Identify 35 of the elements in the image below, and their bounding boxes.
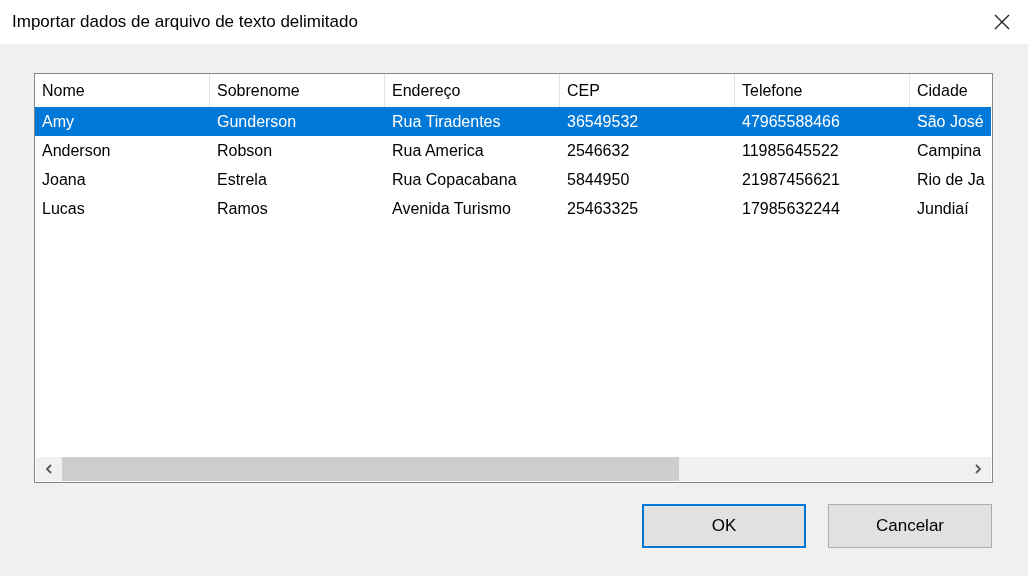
table-row[interactable]: Anderson Robson Rua America 2546632 11985645522 Campina (35, 136, 991, 165)
column-header[interactable]: Cidade (910, 74, 992, 107)
table-cell-text: 21987456621 (741, 170, 841, 189)
window-title: Importar dados de arquivo de texto delimitado (12, 12, 358, 32)
scrollbar-thumb[interactable] (62, 457, 679, 481)
table-row[interactable]: Joana Estrela Rua Copacabana 5844950 21987456621 Rio de Ja (35, 165, 991, 194)
table-cell-text: Robson (216, 141, 274, 160)
table-cell-text: Campina (916, 141, 983, 160)
table-cell-text: Rua America (391, 141, 485, 160)
table-cell-text: Joana (41, 170, 87, 189)
table-cell-text: 11985645522 (741, 141, 840, 160)
table-cell-text: Ramos (216, 199, 269, 218)
table-row[interactable]: Amy Gunderson Rua Tiradentes 36549532 47965588466 São José (35, 107, 991, 136)
table-cell-text: Rua Tiradentes (391, 112, 502, 131)
table-cell-text: Avenida Turismo (391, 199, 512, 218)
table-cell-text: Estrela (216, 170, 268, 189)
ok-button[interactable]: OK (642, 504, 806, 548)
table-cell-text: 47965588466 (741, 112, 841, 131)
table-cell-text: 36549532 (566, 112, 640, 131)
table-cell-text: Lucas (41, 199, 86, 218)
table-cell-text: Amy (41, 112, 75, 131)
table-cell-text: Rio de Ja (916, 170, 986, 189)
table-cell-text: Gunderson (216, 112, 298, 131)
table-row[interactable]: Lucas Ramos Avenida Turismo 25463325 17985632244 Jundiaí (35, 194, 991, 223)
table-cell-text: Anderson (41, 141, 112, 160)
table-cell-text: 2546632 (566, 141, 631, 160)
table-cell-text: Rua Copacabana (391, 170, 518, 189)
table-cell-text: 5844950 (566, 170, 631, 189)
horizontal-scrollbar[interactable] (36, 457, 991, 481)
table-cell-text: 17985632244 (741, 199, 841, 218)
table-cell-text: 25463325 (566, 199, 640, 218)
cancel-button[interactable]: Cancelar (828, 504, 992, 548)
close-icon[interactable] (994, 14, 1010, 30)
table-cell-text: Jundiaí (916, 199, 970, 218)
table-cell-text: São José (916, 112, 985, 131)
